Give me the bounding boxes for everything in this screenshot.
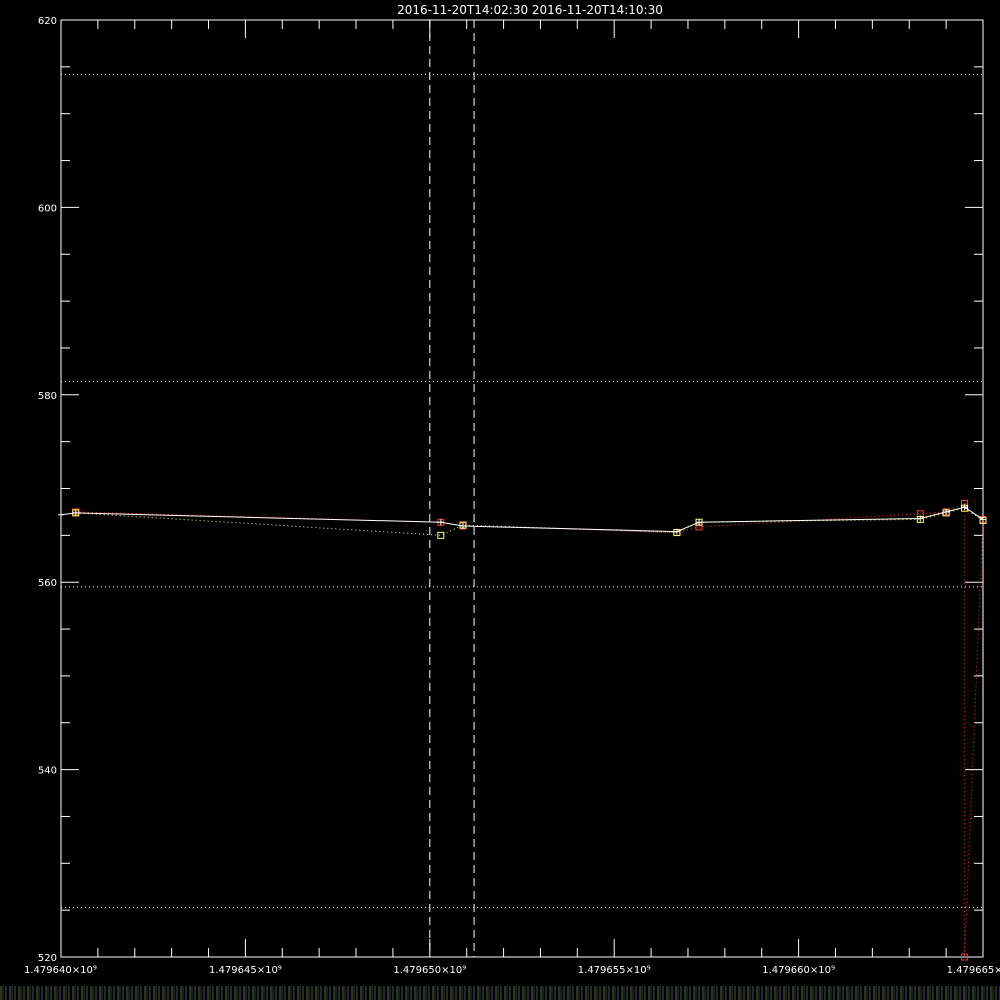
x-tick-label: 1.479665×10⁹ bbox=[947, 965, 1000, 976]
data-point bbox=[437, 531, 445, 539]
series-line bbox=[60, 506, 984, 533]
x-tick-label: 1.479645×10⁹ bbox=[209, 965, 282, 976]
data-point bbox=[58, 511, 64, 518]
y-tick-label: 620 bbox=[38, 16, 57, 27]
chart-title: 2016-11-20T14:02:30 2016-11-20T14:10:30 bbox=[397, 3, 663, 17]
noise-strip bbox=[0, 986, 1000, 1000]
x-tick-label: 1.479640×10⁹ bbox=[24, 965, 97, 976]
plot-frame bbox=[60, 19, 984, 958]
y-tick-label: 560 bbox=[38, 578, 57, 589]
x-tick-label: 1.479655×10⁹ bbox=[578, 965, 651, 976]
y-tick-label: 540 bbox=[38, 766, 57, 777]
x-tick-label: 1.479660×10⁹ bbox=[762, 965, 835, 976]
y-tick-label: 580 bbox=[38, 391, 57, 402]
series-line bbox=[75, 502, 984, 958]
y-tick-label: 520 bbox=[38, 953, 57, 964]
y-tick-label: 600 bbox=[38, 203, 57, 214]
chart: 2016-11-20T14:02:30 2016-11-20T14:10:30 … bbox=[24, 3, 1000, 976]
series-line bbox=[75, 507, 984, 536]
x-tick-label: 1.479650×10⁹ bbox=[393, 965, 466, 976]
data-point bbox=[437, 519, 444, 526]
